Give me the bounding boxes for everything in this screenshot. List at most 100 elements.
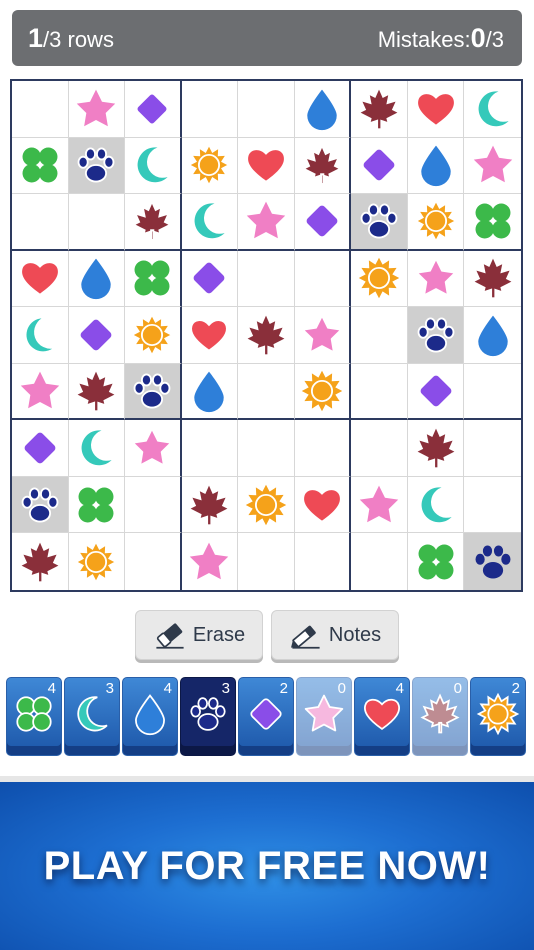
board-cell[interactable]	[125, 137, 182, 195]
promo-banner[interactable]: PLAY FOR FREE NOW!	[0, 782, 534, 950]
board-cell[interactable]	[12, 476, 69, 534]
board-cell[interactable]	[238, 363, 295, 421]
board-cell[interactable]	[238, 533, 295, 590]
board-cell[interactable]	[407, 420, 465, 477]
board-cell[interactable]	[12, 420, 69, 477]
status-bar: 1/3 rows Mistakes: 0/3	[12, 10, 522, 66]
palette-count: 4	[163, 680, 172, 697]
board-cell[interactable]	[464, 364, 521, 421]
board-cell[interactable]	[68, 307, 126, 364]
board-cell[interactable]	[351, 250, 408, 308]
board-cell[interactable]	[351, 420, 408, 477]
board-cell[interactable]	[351, 363, 408, 421]
board-cell[interactable]	[68, 81, 126, 138]
board-cell[interactable]	[238, 307, 295, 364]
palette-heart-button[interactable]: 4	[354, 677, 410, 756]
board-cell[interactable]	[464, 533, 521, 590]
board-cell[interactable]	[12, 533, 69, 590]
board-cell[interactable]	[238, 476, 295, 534]
board-cell[interactable]	[294, 81, 352, 138]
board-cell[interactable]	[181, 81, 239, 138]
board-cell[interactable]	[464, 251, 521, 308]
board-cell[interactable]	[464, 138, 521, 195]
board-cell[interactable]	[125, 307, 182, 364]
palette-diamond-button[interactable]: 2	[238, 677, 294, 756]
board-cell[interactable]	[464, 420, 521, 477]
board-cell[interactable]	[408, 533, 465, 590]
board-cell[interactable]	[181, 250, 239, 308]
board-cell[interactable]	[68, 194, 126, 251]
board-cell[interactable]	[125, 420, 182, 477]
board-cell[interactable]	[68, 363, 126, 421]
star-icon	[415, 258, 456, 297]
board-cell[interactable]	[181, 363, 239, 421]
palette-count: 0	[337, 680, 346, 697]
board-cell[interactable]	[12, 194, 69, 251]
board-cell[interactable]	[351, 476, 408, 534]
board-cell[interactable]	[351, 137, 408, 195]
board-cell[interactable]	[464, 194, 521, 251]
board-cell[interactable]	[351, 533, 408, 590]
board-cell[interactable]	[294, 307, 352, 364]
mistakes-total: /3	[485, 26, 504, 52]
board-cell[interactable]	[238, 81, 295, 138]
board-cell[interactable]	[351, 194, 408, 251]
board-cell[interactable]	[294, 137, 352, 195]
board-cell[interactable]	[125, 363, 182, 421]
palette-sun-button[interactable]: 2	[470, 677, 526, 756]
palette-paw-button[interactable]: 3	[180, 677, 236, 756]
palette-drop-button[interactable]: 4	[122, 677, 178, 756]
palette-star-button[interactable]: 0	[296, 677, 352, 756]
board-cell[interactable]	[407, 250, 465, 308]
board-cell[interactable]	[294, 420, 352, 477]
board-cell[interactable]	[238, 420, 295, 477]
board-cell[interactable]	[68, 476, 126, 534]
board-cell[interactable]	[68, 420, 126, 477]
board-cell[interactable]	[12, 363, 69, 421]
paw-icon	[360, 203, 398, 239]
board-cell[interactable]	[181, 194, 239, 251]
board-cell[interactable]	[295, 533, 352, 590]
board-cell[interactable]	[294, 363, 352, 421]
board-cell[interactable]	[12, 81, 69, 138]
palette-leaf-button[interactable]: 0	[412, 677, 468, 756]
board-cell[interactable]	[125, 194, 182, 251]
board-cell[interactable]	[407, 81, 465, 138]
board-cell[interactable]	[464, 307, 521, 364]
board-cell[interactable]	[181, 420, 239, 477]
board-cell[interactable]	[181, 307, 239, 364]
erase-button[interactable]: Erase	[135, 610, 263, 660]
board-cell[interactable]	[407, 137, 465, 195]
board-cell[interactable]	[464, 477, 521, 534]
board-cell[interactable]	[12, 137, 69, 195]
board-cell[interactable]	[294, 194, 352, 251]
board-cell[interactable]	[12, 307, 69, 364]
leaf-icon	[21, 542, 59, 582]
palette-clover-button[interactable]: 4	[6, 677, 62, 756]
board-cell[interactable]	[407, 194, 465, 251]
board-cell[interactable]	[125, 533, 182, 590]
board-cell[interactable]	[238, 137, 295, 195]
board-cell[interactable]	[464, 81, 521, 138]
board-cell[interactable]	[238, 194, 295, 251]
board-cell[interactable]	[238, 250, 295, 308]
board-cell[interactable]	[125, 81, 182, 138]
board-cell[interactable]	[407, 476, 465, 534]
board-cell[interactable]	[407, 363, 465, 421]
board-cell[interactable]	[294, 476, 352, 534]
notes-button[interactable]: Notes	[271, 610, 399, 660]
board-cell[interactable]	[125, 476, 182, 534]
board-cell[interactable]	[351, 307, 408, 364]
board-cell[interactable]	[181, 476, 239, 534]
board-cell[interactable]	[12, 250, 69, 308]
board-cell[interactable]	[182, 533, 239, 590]
palette-moon-button[interactable]: 3	[64, 677, 120, 756]
board-cell[interactable]	[407, 307, 465, 364]
board-cell[interactable]	[351, 81, 408, 138]
board-cell[interactable]	[294, 250, 352, 308]
board-cell[interactable]	[69, 533, 126, 590]
board-cell[interactable]	[68, 137, 126, 195]
board-cell[interactable]	[68, 250, 126, 308]
board-cell[interactable]	[125, 250, 182, 308]
board-cell[interactable]	[181, 137, 239, 195]
